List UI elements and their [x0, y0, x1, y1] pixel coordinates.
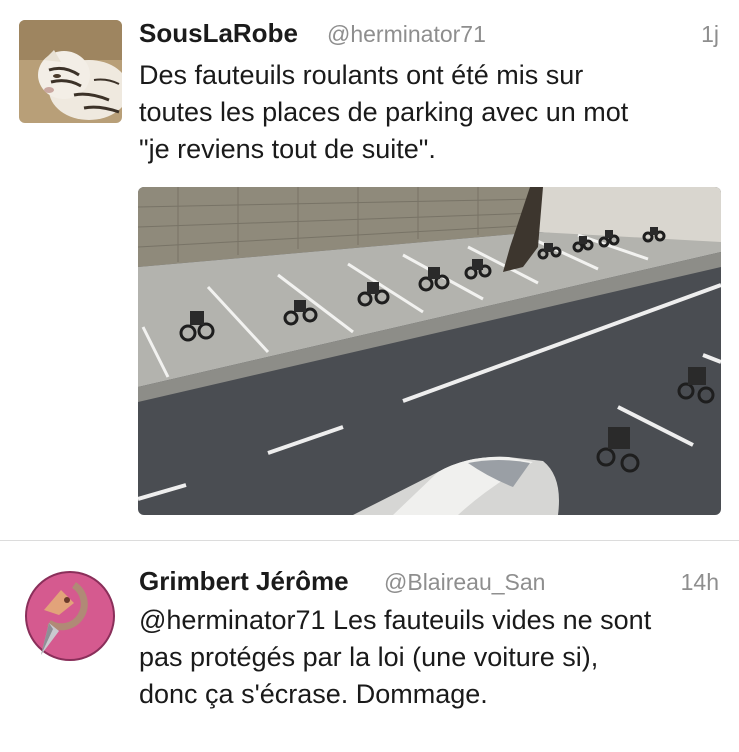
tweet-text-line: @herminator71 Les fauteuils vides ne son…	[139, 605, 652, 635]
tweet-text-line: Des fauteuils roulants ont été mis sur	[139, 60, 584, 90]
author-name[interactable]: Grimbert Jérôme	[139, 566, 349, 597]
pink-pin-avatar[interactable]	[19, 565, 122, 668]
tweet-timestamp: 1j	[701, 21, 719, 47]
tweet-text-line: "je reviens tout de suite".	[139, 134, 436, 164]
tweet-text: Des fauteuils roulants ont été mis sur t…	[139, 57, 729, 168]
author-name[interactable]: SousLaRobe	[139, 18, 298, 49]
white-tiger-avatar[interactable]	[19, 20, 122, 123]
tweet-text-line: pas protégés par la loi (une voiture si)…	[139, 642, 599, 672]
wheelchairs-parking-photo	[138, 187, 721, 515]
tweet-sous-la-robe[interactable]: SousLaRobe @herminator71 1j Des fauteuil…	[0, 0, 739, 540]
tweet-text-line: toutes les places de parking avec un mot	[139, 97, 629, 127]
tweet-timestamp: 14h	[680, 569, 719, 595]
tweet-grimbert[interactable]: Grimbert Jérôme @Blaireau_San 14h @hermi…	[0, 541, 739, 752]
author-handle[interactable]: @herminator71	[327, 21, 486, 48]
tweet-text: @herminator71 Les fauteuils vides ne son…	[139, 602, 729, 713]
tweet-photo[interactable]	[138, 187, 721, 515]
author-handle[interactable]: @Blaireau_San	[384, 569, 545, 596]
tweet-text-line: donc ça s'écrase. Dommage.	[139, 679, 488, 709]
